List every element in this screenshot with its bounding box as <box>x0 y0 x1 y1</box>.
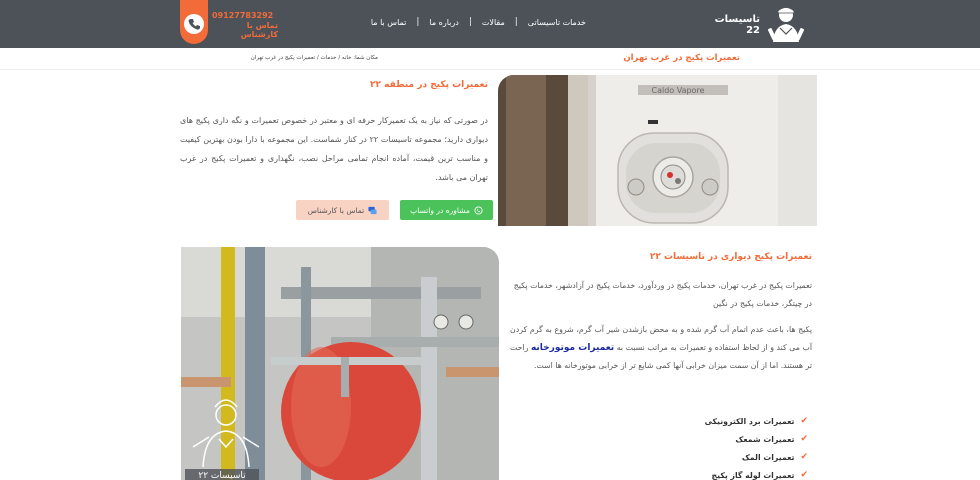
plumber-logo-icon[interactable] <box>768 4 804 44</box>
section2-title: تعمیرات پکیج دیواری در تاسیسات ۲۲ <box>649 252 812 262</box>
check-icon: ✔ <box>800 452 808 462</box>
nav-separator: | <box>416 17 420 27</box>
phone-icon <box>188 19 200 30</box>
boiler-image: Caldo Vapore <box>498 75 817 226</box>
page-title-strip: تعمیرات پکیج در غرب تهران مکان شما: خانه… <box>0 48 980 70</box>
list-item: ✔ تعمیرات برد الکترونیکی <box>600 412 808 430</box>
nav-item-contact[interactable]: تماس با ما <box>371 18 407 27</box>
brand-name[interactable]: تاسیسات 22 <box>700 14 760 36</box>
check-icon: ✔ <box>800 416 808 426</box>
nav-item-services[interactable]: خدمات تاسیساتی <box>528 18 586 27</box>
section1-title: تعمیرات پکیج در منطقه ۲۲ <box>370 80 488 90</box>
site-header: تاسیسات 22 خدمات تاسیساتی | مقالات | درب… <box>0 0 980 48</box>
phone-tab <box>180 0 208 44</box>
call-expert-button[interactable]: تماس با کارشناس <box>296 200 389 220</box>
section1-text: در صورتی که نیاز به یک تعمیرکار حرفه ای … <box>180 116 489 182</box>
boiler-room-illustration: تاسیسات ۲۲ <box>181 247 499 480</box>
whatsapp-icon <box>474 205 483 215</box>
check-icon: ✔ <box>800 434 808 444</box>
image-caption: تاسیسات ۲۲ <box>198 471 246 480</box>
feature-list: ✔ تعمیرات برد الکترونیکی ✔ تعمیرات شمعک ✔ ت… <box>600 412 808 480</box>
section2-paragraph-1: تعمیرات پکیج در غرب تهران، خدمات پکیج در… <box>513 281 812 308</box>
list-item: ✔ تعمیرات لوله گاز پکیج <box>600 466 808 480</box>
svg-text:Caldo Vapore: Caldo Vapore <box>652 86 705 95</box>
boiler-room-image: تاسیسات ۲۲ <box>181 247 499 480</box>
section2-paragraph-2: پکیج ها، باعث عدم اتمام آب گرم شده و به … <box>510 321 812 375</box>
phone-button[interactable] <box>184 14 204 34</box>
nav-item-about[interactable]: درباره ما <box>429 18 458 27</box>
chat-icon <box>368 206 377 214</box>
boiler-illustration: Caldo Vapore <box>498 75 817 226</box>
list-item: ✔ تعمیرات شمعک <box>600 430 808 448</box>
phone-number[interactable]: 09127783292 <box>212 11 273 20</box>
feature-label: تعمیرات شمعک <box>735 434 795 444</box>
breadcrumb[interactable]: مکان شما: خانه / خدمات / تعمیرات پکیج در… <box>251 55 378 61</box>
whatsapp-consult-button[interactable]: مشاوره در واتساپ <box>400 200 493 220</box>
main-nav: خدمات تاسیساتی | مقالات | درباره ما | تم… <box>371 15 586 29</box>
call-button-label: تماس با کارشناس <box>307 205 365 215</box>
call-expert-box[interactable]: 09127783292 تماس با کارشناس <box>180 0 278 44</box>
nav-item-articles[interactable]: مقالات <box>482 18 505 27</box>
nav-separator: | <box>514 17 518 27</box>
page-title: تعمیرات پکیج در غرب تهران <box>623 53 740 63</box>
feature-label: تعمیرات المک <box>741 452 795 462</box>
whatsapp-button-label: مشاوره در واتساپ <box>410 205 470 215</box>
feature-label: تعمیرات لوله گاز پکیج <box>711 470 795 480</box>
check-icon: ✔ <box>800 470 808 480</box>
phone-label[interactable]: تماس با کارشناس <box>212 21 278 39</box>
list-item: ✔ تعمیرات المک <box>600 448 808 466</box>
feature-label: تعمیرات برد الکترونیکی <box>704 416 795 426</box>
nav-separator: | <box>468 17 472 27</box>
engine-room-repair-link[interactable]: تعمیرات موتورخانه <box>531 343 614 353</box>
